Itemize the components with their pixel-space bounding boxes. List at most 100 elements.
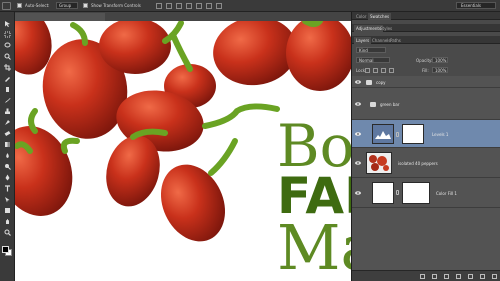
tool-preset-picker[interactable] [2,2,11,10]
layers-panel-footer [352,270,500,281]
stem [302,21,323,27]
layer-mask-thumbnail[interactable] [402,124,424,144]
layer-thumbnail [366,152,392,174]
tab-paths[interactable]: Paths [388,37,403,44]
quick-select-tool-icon[interactable] [4,53,11,60]
tab-layers[interactable]: Layers [354,37,372,44]
layer-row[interactable]: Color Fill 1 [352,178,500,208]
layer-filter-kind[interactable]: Kind [356,47,386,53]
stem [202,103,280,129]
eyedropper-tool-icon[interactable] [4,75,11,82]
auto-select-label: Auto-Select: [25,3,50,8]
align-left-icon[interactable] [186,3,192,9]
shape-tool-icon[interactable] [4,207,11,214]
eye-icon[interactable] [355,102,361,106]
new-adjustment-icon[interactable] [456,274,461,279]
tab-color[interactable]: Color [354,13,368,20]
layer-name: isolated 40 peppers [398,161,438,166]
align-top-icon[interactable] [156,3,162,9]
stem [170,32,193,72]
distribute-icon[interactable] [216,3,222,9]
clone-stamp-tool-icon[interactable] [4,108,11,115]
add-mask-icon[interactable] [444,274,449,279]
healing-brush-tool-icon[interactable] [4,86,11,93]
gradient-tool-icon[interactable] [4,141,11,148]
lock-image-icon[interactable] [373,68,378,73]
link-icon[interactable] [396,132,399,137]
levels-adjustment-icon [372,124,394,144]
blur-tool-icon[interactable] [4,152,11,159]
pen-tool-icon[interactable] [4,174,11,181]
brush-tool-icon[interactable] [4,97,11,104]
right-panels: Color Swatches Adjustments Styles Layers… [351,12,500,281]
layer-mask-thumbnail[interactable] [402,182,430,204]
lock-icons [365,68,394,73]
type-tool-icon[interactable] [4,185,11,192]
document-canvas[interactable]: Bo FAR Ma [15,21,351,281]
show-transform-checkbox[interactable] [83,3,88,8]
eye-icon[interactable] [355,132,361,136]
layer-name: Levels 1 [432,132,449,137]
move-tool-icon[interactable] [4,20,11,27]
blend-mode-select[interactable]: Normal [356,57,390,63]
workspace-switcher[interactable]: Essentials [456,2,496,9]
tools-panel [0,12,15,281]
hand-tool-icon[interactable] [4,218,11,225]
eye-icon[interactable] [355,80,361,84]
history-brush-tool-icon[interactable] [4,119,11,126]
stem [60,137,80,154]
folder-icon [370,102,376,107]
layer-row[interactable]: green bar [352,88,500,120]
layer-row[interactable]: isolated 40 peppers [352,148,500,178]
lasso-tool-icon[interactable] [4,42,11,49]
lock-position-icon[interactable] [381,68,386,73]
opacity-label: Opacity: [416,58,433,63]
title-word-3: Ma [277,211,351,281]
lock-all-icon[interactable] [389,68,394,73]
marquee-tool-icon[interactable] [4,31,11,38]
crop-tool-icon[interactable] [4,64,11,71]
adjustments-panel-tabs: Adjustments Styles [352,24,500,32]
eraser-tool-icon[interactable] [4,130,11,137]
link-layers-icon[interactable] [420,274,425,279]
align-buttons [156,3,222,9]
color-panel-tabs: Color Swatches [352,12,500,20]
stem [28,108,38,134]
tab-swatches[interactable]: Swatches [368,13,392,20]
new-group-icon[interactable] [468,274,473,279]
align-right-icon[interactable] [206,3,212,9]
lock-transparent-icon[interactable] [365,68,370,73]
layer-name: Color Fill 1 [436,191,457,196]
document-tab[interactable] [15,13,105,21]
show-transform-label: Show Transform Controls [91,3,141,8]
align-middle-icon[interactable] [166,3,172,9]
layer-name: green bar [380,102,400,107]
tab-styles[interactable]: Styles [378,25,394,32]
link-icon[interactable] [396,190,399,195]
eye-icon[interactable] [355,161,361,165]
stem [208,138,238,176]
layers-list: copy green bar Levels 1 isolated 40 pepp… [352,76,500,270]
align-center-icon[interactable] [196,3,202,9]
foreground-color-swatch[interactable] [2,246,9,253]
options-bar: Auto-Select: Group Show Transform Contro… [0,0,500,12]
eye-icon[interactable] [355,191,361,195]
fill-layer-thumbnail [372,182,394,204]
opacity-input[interactable]: 100% [432,57,448,63]
fill-input[interactable]: 100% [432,67,448,73]
layer-style-icon[interactable] [432,274,437,279]
layer-name: copy [376,80,386,85]
path-select-tool-icon[interactable] [4,196,11,203]
align-bottom-icon[interactable] [176,3,182,9]
layer-row[interactable]: copy [352,76,500,88]
auto-select-dropdown[interactable]: Group [56,2,78,9]
pepper [160,164,226,242]
delete-layer-icon[interactable] [492,274,497,279]
new-layer-icon[interactable] [480,274,485,279]
auto-select-checkbox[interactable] [17,3,22,8]
pepper [286,21,351,91]
layer-row-selected[interactable]: Levels 1 [352,120,500,148]
fill-label: Fill: [422,68,429,73]
zoom-tool-icon[interactable] [4,229,11,236]
dodge-tool-icon[interactable] [4,163,11,170]
